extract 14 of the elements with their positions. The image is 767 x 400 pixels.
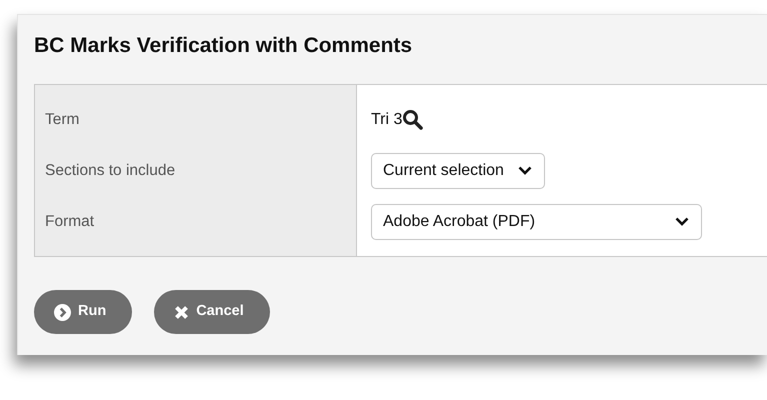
chevron-circle-icon xyxy=(54,304,71,320)
field-label: Format xyxy=(45,212,94,232)
search-icon[interactable] xyxy=(402,109,424,130)
select-field[interactable]: Current selection xyxy=(371,152,545,188)
chevron-down-icon xyxy=(675,217,689,226)
field-label: Sections to include xyxy=(45,160,176,181)
select-field[interactable]: Adobe Acrobat (PDF) xyxy=(371,204,702,240)
dialog-title: BC Marks Verification with Comments xyxy=(34,33,414,59)
cancel-button[interactable]: Cancel xyxy=(154,290,270,334)
run-button[interactable]: Run xyxy=(34,290,132,334)
field-label: Term xyxy=(45,110,80,130)
close-icon xyxy=(174,304,190,320)
chevron-down-icon xyxy=(518,166,532,175)
term-value: Tri 3 xyxy=(371,110,402,130)
